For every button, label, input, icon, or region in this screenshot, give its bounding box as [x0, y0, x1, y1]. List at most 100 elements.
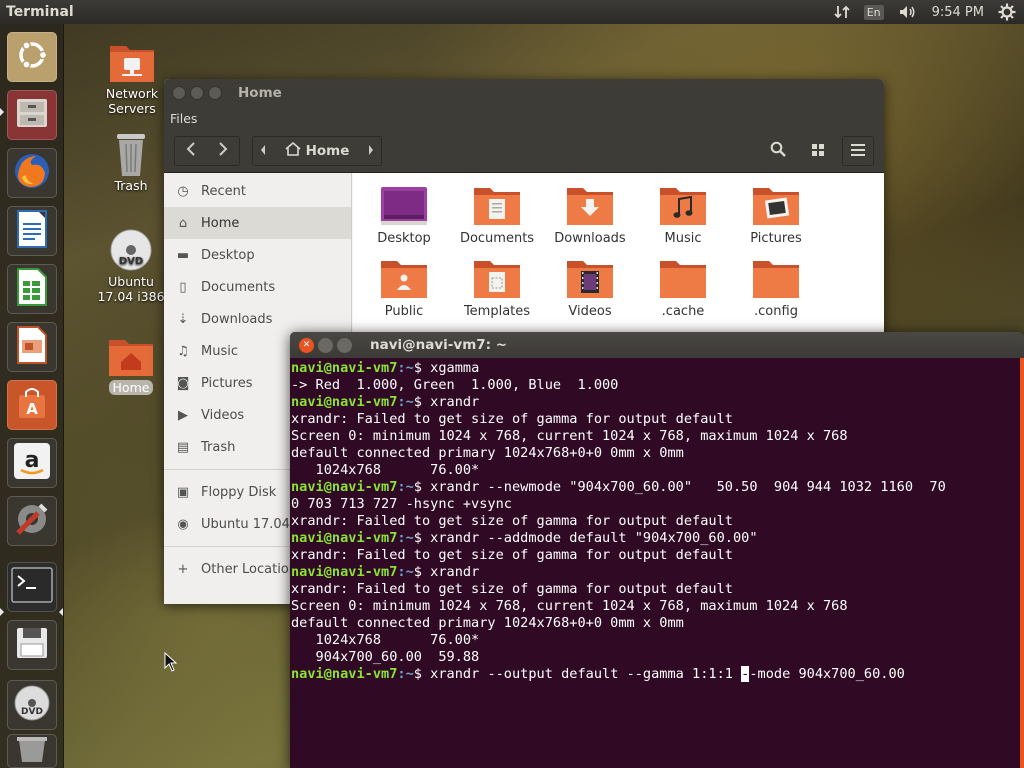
path-right-arrow[interactable] [367, 141, 375, 160]
close-button[interactable]: ✕ [299, 337, 314, 353]
terminal-output-line: -> Red 1.000, Green 1.000, Blue 1.000 [291, 377, 1020, 394]
folder-icon [752, 258, 800, 300]
launcher-save[interactable] [7, 620, 57, 670]
close-button[interactable] [172, 86, 186, 100]
command-text: $ xrandr [413, 394, 480, 410]
folder-config[interactable]: .config [732, 258, 820, 319]
launcher-writer[interactable] [7, 206, 57, 256]
path-left-arrow[interactable] [259, 141, 267, 160]
sidebar-item-home[interactable]: ⌂ Home [164, 207, 351, 239]
maximize-button[interactable] [208, 86, 222, 100]
desktop-icon-network-servers[interactable]: Network Servers [96, 40, 168, 116]
current-command: $ xrandr --output default --gamma 1:1:1 [413, 666, 742, 682]
minimize-button[interactable] [190, 86, 204, 100]
launcher-amazon[interactable]: a [7, 438, 57, 488]
sidebar-item-label: Recent [201, 183, 246, 199]
folder-label: Documents [459, 231, 535, 246]
trash-icon: ▤ [176, 439, 190, 455]
folder-icon [659, 258, 707, 300]
output-text: xrandr: Failed to get size of gamma for … [291, 547, 733, 563]
output-text: -> Red 1.000, Green 1.000, Blue 1.000 [291, 377, 619, 393]
launcher-ubuntu-dash[interactable] [7, 32, 57, 82]
videos-folder-icon [566, 258, 614, 300]
volume-icon[interactable] [898, 4, 918, 20]
files-titlebar[interactable]: Home [164, 79, 884, 107]
desktop-icon-trash[interactable]: Trash [95, 132, 167, 193]
view-toggle-button[interactable] [802, 135, 834, 166]
sidebar-item-recent[interactable]: ◷ Recent [164, 175, 351, 207]
terminal-output[interactable]: navi@navi-vm7:~$ xgamma -> Red 1.000, Gre… [290, 358, 1020, 768]
sidebar-item-label: Videos [201, 407, 245, 423]
music-folder-icon [659, 185, 707, 227]
path-home-button[interactable]: Home [285, 141, 350, 160]
terminal-scrollbar[interactable] [1020, 358, 1024, 768]
public-folder-icon [380, 258, 428, 300]
sidebar-item-label: Documents [201, 279, 276, 295]
launcher-dvd[interactable]: DVD [7, 680, 57, 730]
desktop-icon-label: Servers [108, 101, 156, 116]
launcher-firefox[interactable] [7, 148, 57, 198]
sidebar-item-documents[interactable]: ▯ Documents [164, 271, 351, 303]
home-icon: ⌂ [178, 215, 188, 231]
network-folder-icon [108, 40, 156, 84]
folder-downloads[interactable]: Downloads [546, 185, 634, 246]
launcher-settings[interactable] [7, 496, 57, 546]
sidebar-item-label: Trash [201, 439, 236, 455]
prompt-user: navi@navi-vm7 [291, 360, 398, 376]
desktop-icon-ubuntu-dvd[interactable]: DVD Ubuntu 17.04 i386 [95, 228, 167, 304]
launcher-running-indicator [0, 108, 4, 116]
launcher-software[interactable]: A [7, 380, 57, 430]
sidebar-item-desktop[interactable]: ▬ Desktop [164, 239, 351, 271]
dvd-icon: DVD [12, 683, 52, 727]
clock-text[interactable]: 9:54 PM [932, 5, 984, 20]
active-app-title: Terminal [6, 4, 74, 20]
gear-icon[interactable] [998, 3, 1016, 21]
back-button[interactable] [185, 141, 197, 160]
launcher-impress[interactable] [7, 322, 57, 372]
toolbar-actions [762, 135, 874, 166]
output-text: xrandr: Failed to get size of gamma for … [291, 411, 733, 427]
shopping-bag-icon: A [14, 385, 50, 425]
terminal-prompt-line: navi@navi-vm7:~$ xrandr [291, 394, 1020, 411]
launcher-terminal[interactable] [7, 562, 57, 612]
folder-icon: ▬ [176, 247, 190, 263]
terminal-output-line: xrandr: Failed to get size of gamma for … [291, 411, 1020, 428]
presentation-icon [16, 325, 48, 369]
folder-documents[interactable]: Documents [453, 185, 541, 246]
folder-desktop[interactable]: Desktop [360, 185, 448, 246]
folder-public[interactable]: Public [360, 258, 448, 319]
download-icon: ⇣ [177, 311, 189, 327]
keyboard-language-indicator[interactable]: En [863, 4, 884, 20]
launcher-trash[interactable] [7, 734, 57, 768]
maximize-button[interactable] [337, 337, 352, 353]
output-text: xrandr: Failed to get size of gamma for … [291, 513, 733, 529]
documents-folder-icon [473, 185, 521, 227]
output-text: Screen 0: minimum 1024 x 768, current 10… [291, 598, 848, 614]
folder-music[interactable]: Music [639, 185, 727, 246]
path-home-label: Home [305, 142, 350, 159]
launcher-focused-indicator [59, 608, 63, 616]
search-button[interactable] [762, 135, 794, 166]
folder-videos[interactable]: Videos [546, 258, 634, 319]
terminal-titlebar[interactable]: ✕ navi@navi-vm7: ~ [290, 332, 1024, 358]
network-arrows-icon[interactable] [834, 4, 850, 20]
sidebar-item-downloads[interactable]: ⇣ Downloads [164, 303, 351, 335]
prompt-user: navi@navi-vm7 [291, 530, 398, 546]
prompt-user: navi@navi-vm7 [291, 479, 398, 495]
folder-cache[interactable]: .cache [639, 258, 727, 319]
menu-button[interactable] [842, 135, 874, 166]
terminal-current-line[interactable]: navi@navi-vm7:~$ xrandr --output default… [291, 666, 1020, 683]
prompt-path: :~ [397, 360, 414, 376]
folder-templates[interactable]: Templates [453, 258, 541, 319]
forward-button[interactable] [217, 141, 229, 160]
sidebar-item-label: Desktop [201, 247, 255, 263]
folder-pictures[interactable]: Pictures [732, 185, 820, 246]
desktop-icon-home[interactable]: Home [95, 334, 167, 395]
launcher-calc[interactable] [7, 264, 57, 314]
launcher-files[interactable] [7, 90, 57, 140]
templates-folder-icon [473, 258, 521, 300]
command-text: $ xrandr --addmode default "904x700_60.0… [413, 530, 758, 546]
minimize-button[interactable] [318, 337, 333, 353]
files-app-menu[interactable]: Files [170, 111, 197, 126]
prompt-path: :~ [397, 564, 414, 580]
